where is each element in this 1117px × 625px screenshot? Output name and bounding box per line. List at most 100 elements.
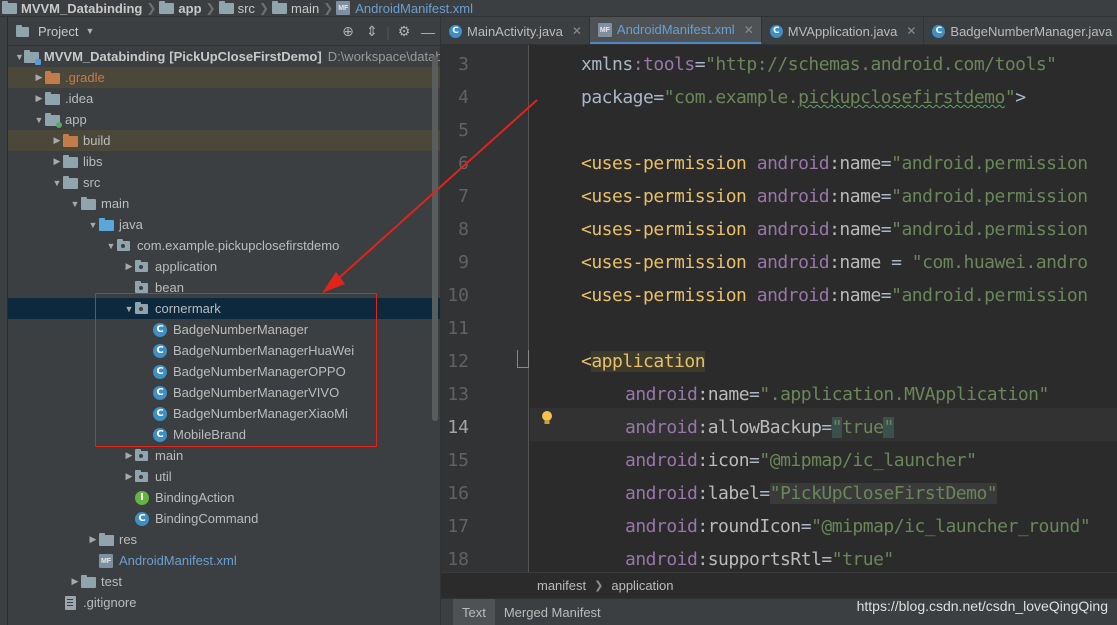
expand-down-icon[interactable]: ▼ (105, 241, 117, 251)
code-line: android:label="PickUpCloseFirstDemo" (625, 477, 998, 510)
expand-right-icon[interactable]: ▶ (123, 261, 135, 272)
expand-right-icon[interactable]: ▶ (33, 72, 45, 83)
breadcrumb-item[interactable]: src (218, 0, 255, 16)
tree-item-label: MobileBrand (173, 427, 246, 442)
code-token: = (880, 186, 892, 207)
gear-icon[interactable]: ⚙ (392, 23, 416, 40)
package-icon (135, 469, 151, 484)
line-number: 6 (458, 153, 469, 174)
tree-item[interactable]: ▶ .gradle (8, 67, 440, 88)
folder-icon (63, 154, 79, 169)
close-icon[interactable]: ✕ (906, 24, 916, 38)
expand-right-icon[interactable]: ▶ (87, 534, 99, 545)
code-token: :name (697, 384, 750, 405)
breadcrumb-item[interactable]: main (272, 0, 319, 16)
code-token: "http://schemas.android.com/tools" (705, 54, 1057, 75)
project-scrollbar[interactable] (430, 46, 440, 625)
manifest-tab[interactable]: Merged Manifest (495, 599, 610, 625)
breadcrumb-item[interactable]: MF AndroidManifest.xml (336, 0, 474, 16)
expand-right-icon[interactable]: ▶ (123, 471, 135, 482)
tree-item[interactable]: ▼ java (8, 214, 440, 235)
expand-down-icon[interactable]: ▼ (51, 178, 63, 188)
tree-item[interactable]: ▶ util (8, 466, 440, 487)
tree-item[interactable]: ▶ .idea (8, 88, 440, 109)
tree-item[interactable]: C BindingCommand (8, 508, 440, 529)
tree-item[interactable]: ▼ cornermark (8, 298, 440, 319)
code-token: " (883, 417, 894, 438)
tree-item[interactable]: C MobileBrand (8, 424, 440, 445)
tree-item[interactable]: bean (8, 277, 440, 298)
tree-item[interactable]: ▼ com.example.pickupclosefirstdemo (8, 235, 440, 256)
scrollbar-thumb[interactable] (432, 56, 438, 421)
expand-right-icon[interactable]: ▶ (123, 450, 135, 461)
tree-item[interactable]: C BadgeNumberManagerXiaoMi (8, 403, 440, 424)
close-icon[interactable]: ✕ (744, 23, 754, 37)
tree-item[interactable]: ▶ res (8, 529, 440, 550)
breadcrumb-label: AndroidManifest.xml (355, 0, 474, 16)
code-token: "android.permission (891, 153, 1088, 174)
code-token: :label (697, 483, 760, 504)
editor-tab[interactable]: C MainActivity.java ✕ (441, 17, 590, 44)
tree-item[interactable]: C BadgeNumberManagerHuaWei (8, 340, 440, 361)
code-token: = (880, 153, 892, 174)
tree-item[interactable]: MF AndroidManifest.xml (8, 550, 440, 571)
tree-item-label: AndroidManifest.xml (119, 553, 237, 568)
tree-item-label: com.example.pickupclosefirstdemo (137, 238, 340, 253)
editor-tab[interactable]: MF AndroidManifest.xml ✕ (589, 17, 762, 44)
chevron-down-icon[interactable]: ▼ (85, 26, 94, 36)
tree-item[interactable]: ▶ main (8, 445, 440, 466)
tree-item[interactable]: ▼ main (8, 193, 440, 214)
code-token: pickupclosefirstdemo (798, 87, 1005, 108)
code-token: = (749, 450, 760, 471)
package-icon (117, 238, 133, 253)
tree-item[interactable]: C BadgeNumberManagerVIVO (8, 382, 440, 403)
tree-item[interactable]: .gitignore (8, 592, 440, 613)
collapse-icon[interactable]: ⇕ (360, 23, 384, 40)
manifest-file-icon: MF (597, 22, 612, 37)
lightbulb-icon[interactable] (541, 410, 553, 429)
tree-item[interactable]: ▼ MVVM_Databinding [PickUpCloseFirstDemo] D… (8, 46, 440, 67)
xml-breadcrumb-item[interactable]: manifest (537, 578, 586, 593)
tree-item[interactable]: C BadgeNumberManagerOPPO (8, 361, 440, 382)
tree-item[interactable]: ▼ src (8, 172, 440, 193)
project-panel-toolbar: ⊕ ⇕ | ⚙ — (336, 17, 440, 46)
breadcrumb-item[interactable]: MVVM_Databinding (2, 0, 142, 16)
chevron-right-icon: ❯ (205, 1, 216, 15)
xml-breadcrumb-item[interactable]: application (611, 578, 673, 593)
expand-right-icon[interactable]: ▶ (51, 156, 63, 167)
project-view-selector[interactable]: Project (38, 24, 78, 39)
expand-down-icon[interactable]: ▼ (33, 115, 45, 125)
tree-item-label: BindingCommand (155, 511, 259, 526)
expand-right-icon[interactable]: ▶ (33, 93, 45, 104)
tree-item[interactable]: ▶ application (8, 256, 440, 277)
tree-item[interactable]: ▶ build (8, 130, 440, 151)
code-token: true (842, 417, 884, 438)
tree-item[interactable]: I BindingAction (8, 487, 440, 508)
fold-icon[interactable] (517, 350, 529, 368)
code-token: :icon (697, 450, 750, 471)
expand-right-icon[interactable]: ▶ (69, 576, 81, 587)
expand-down-icon[interactable]: ▼ (69, 199, 81, 209)
close-icon[interactable]: ✕ (572, 24, 582, 38)
editor-tab[interactable]: CBadgeNumberManager.java✕ (924, 17, 1117, 44)
expand-down-icon[interactable]: ▼ (87, 220, 99, 230)
code-view[interactable]: xmlns:tools="http://schemas.android.com/… (530, 45, 1117, 572)
package-icon (135, 280, 151, 295)
breadcrumb-item[interactable]: app (159, 0, 202, 16)
code-token: "android.permission (891, 186, 1088, 207)
code-line: android:supportsRtl="true" (625, 543, 894, 572)
tree-item[interactable]: ▼ app (8, 109, 440, 130)
tree-item[interactable]: C BadgeNumberManager (8, 319, 440, 340)
hide-icon[interactable]: — (416, 24, 440, 40)
expand-right-icon[interactable]: ▶ (51, 135, 63, 146)
tree-item-label: BindingAction (155, 490, 235, 505)
code-token: android (756, 186, 830, 207)
globe-icon[interactable]: ⊕ (336, 23, 360, 40)
manifest-tab[interactable]: Text (453, 598, 495, 625)
expand-down-icon[interactable]: ▼ (123, 304, 135, 314)
code-token: android (756, 153, 830, 174)
tree-item[interactable]: ▶ test (8, 571, 440, 592)
tree-item[interactable]: ▶ libs (8, 151, 440, 172)
editor-tab[interactable]: C MVApplication.java ✕ (762, 17, 925, 44)
expand-down-icon[interactable]: ▼ (15, 52, 24, 62)
